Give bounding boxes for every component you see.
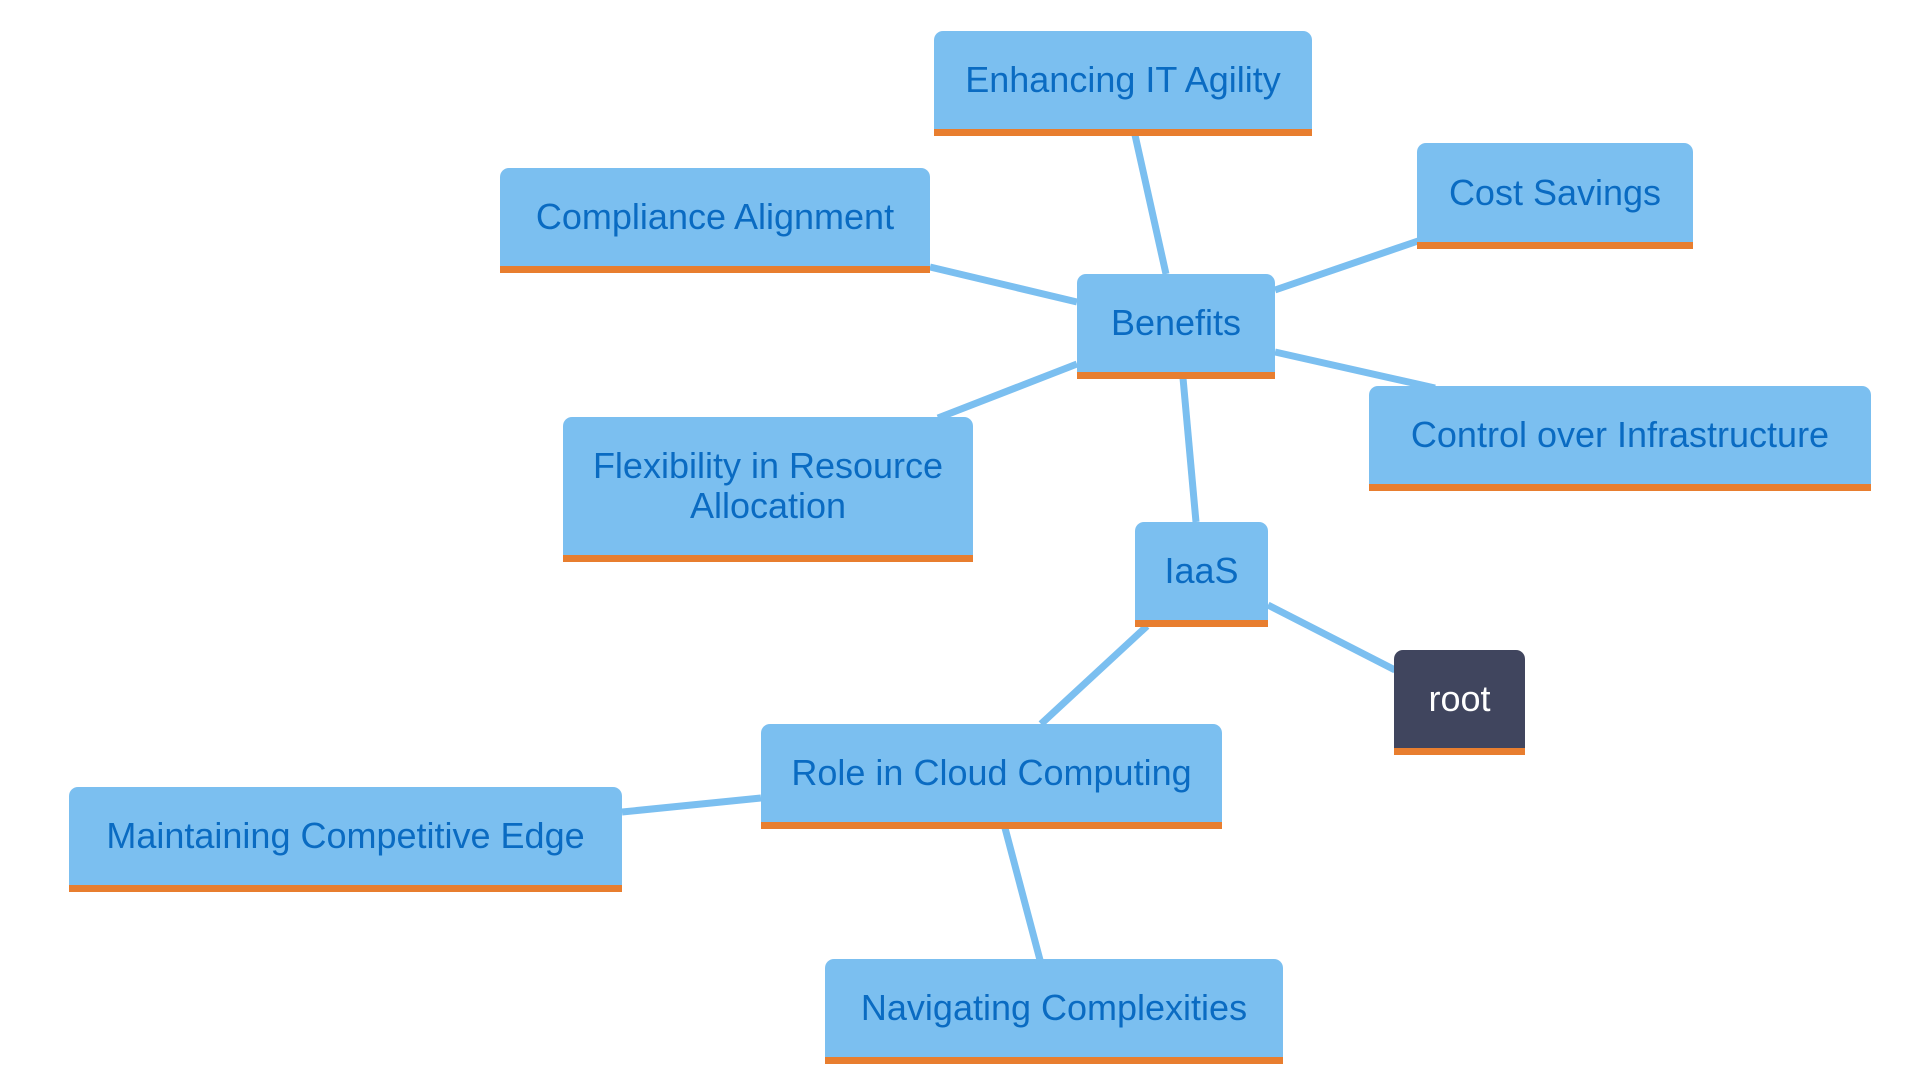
link-root-iaas [1266,601,1397,674]
link-benefits-compliance [929,263,1078,306]
node-compliance-alignment[interactable]: Compliance Alignment [500,168,930,273]
node-label: Control over Infrastructure [1410,414,1830,455]
link-iaas-benefits [1179,377,1200,523]
link-iaas-role [1038,623,1150,727]
node-label: Cost Savings [1448,171,1662,213]
node-label: Benefits [1110,302,1242,343]
node-label: root [1428,678,1491,719]
node-benefits[interactable]: Benefits [1077,274,1275,379]
link-benefits-cost [1273,237,1420,294]
node-label: Compliance Alignment [535,196,895,237]
node-flexibility-in-resource-allocation[interactable]: Flexibility in Resource Allocation [563,417,973,562]
node-label: Role in Cloud Computing [791,752,1192,793]
node-label: IaaS [1164,550,1239,591]
node-label: Flexibility in Resource Allocation [592,445,944,526]
link-role-navigating [1001,827,1044,961]
link-role-competitive [621,794,762,816]
node-label: Navigating Complexities [860,987,1248,1028]
node-cost-savings[interactable]: Cost Savings [1417,143,1693,249]
node-control-over-infrastructure[interactable]: Control over Infrastructure [1369,386,1871,491]
node-role-in-cloud-computing[interactable]: Role in Cloud Computing [761,724,1222,829]
link-benefits-control [1274,348,1436,392]
node-label: Maintaining Competitive Edge [106,815,585,856]
link-benefits-enhancing [1131,134,1170,275]
node-maintaining-competitive-edge[interactable]: Maintaining Competitive Edge [69,787,622,892]
node-root[interactable]: root [1394,650,1525,755]
node-enhancing-it-agility[interactable]: Enhancing IT Agility [934,31,1312,136]
node-label: Enhancing IT Agility [965,59,1281,100]
node-navigating-complexities[interactable]: Navigating Complexities [825,959,1283,1064]
link-benefits-flexibility [936,360,1079,422]
node-iaas[interactable]: IaaS [1135,522,1268,627]
